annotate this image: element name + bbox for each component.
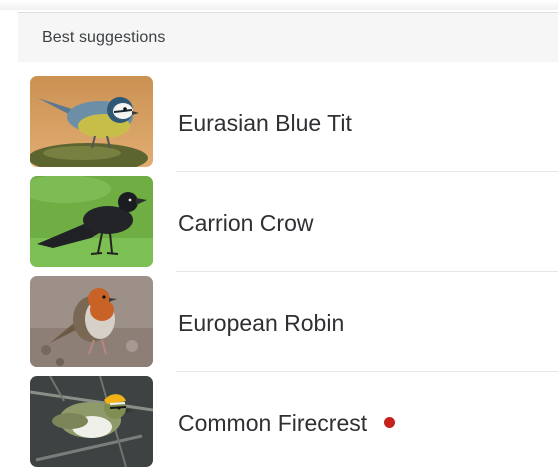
row-divider [176,371,558,372]
suggestion-row-common-firecrest[interactable]: Common Firecrest [0,374,558,468]
status-dot [384,417,396,428]
eurasian-blue-tit-photo-icon [30,76,153,167]
suggestion-name: Carrion Crow [178,210,314,236]
suggestion-name: Eurasian Blue Tit [178,110,352,136]
suggestions-screen: Best suggestions Eurasian Blue Tit Carri… [0,0,558,468]
suggestion-name: European Robin [178,310,345,336]
top-edge [0,0,558,10]
row-divider [176,171,558,172]
row-divider [176,271,558,272]
suggestion-row-european-robin[interactable]: European Robin [0,274,558,374]
suggestion-row-eurasian-blue-tit[interactable]: Eurasian Blue Tit [0,74,558,174]
common-firecrest-photo-icon [30,376,153,467]
european-robin-photo-icon [30,276,153,367]
best-suggestions-title: Best suggestions [42,29,166,46]
best-suggestions-header: Best suggestions [18,12,558,62]
suggestion-name: Common Firecrest [178,410,396,437]
carrion-crow-photo-icon [30,176,153,267]
suggestion-list: Eurasian Blue Tit Carrion Crow European … [0,74,558,468]
suggestion-row-carrion-crow[interactable]: Carrion Crow [0,174,558,274]
